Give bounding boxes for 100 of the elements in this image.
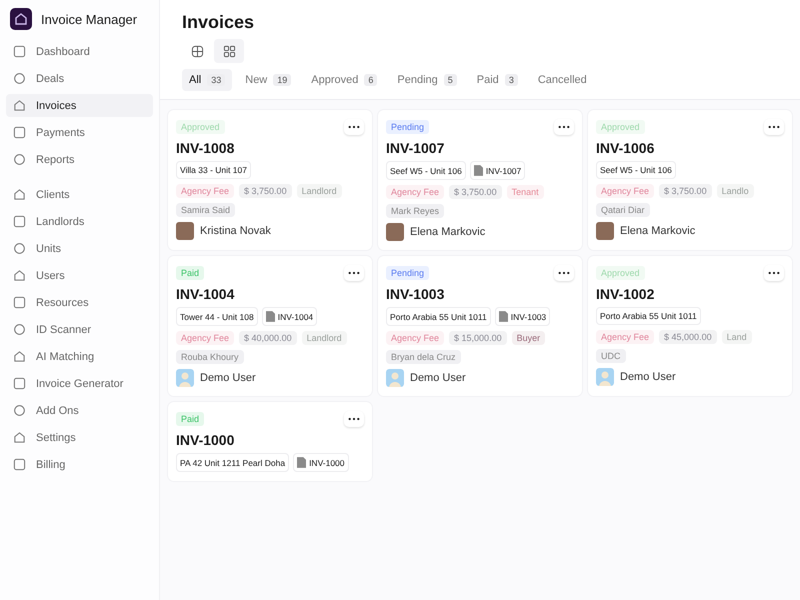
more-options-button[interactable] <box>344 411 364 427</box>
tag: Agency Fee <box>596 330 654 344</box>
nav-icon <box>13 242 26 255</box>
invoice-number: INV-1008 <box>176 140 236 156</box>
tag: $ 15,000.00 <box>449 331 507 345</box>
nav-icon <box>13 269 26 282</box>
nav-icon <box>13 188 26 201</box>
more-icon <box>558 271 570 275</box>
filter-tab[interactable]: All 33 <box>182 69 232 91</box>
status-badge: Approved <box>596 120 645 134</box>
unit-chip: Tower 44 - Unit 108 <box>176 307 258 326</box>
more-options-button[interactable] <box>764 119 784 135</box>
unit-chip: Seef W5 - Unit 106 <box>596 161 676 179</box>
file-name: INV-1000 <box>309 458 345 468</box>
filter-tab[interactable]: New 19 <box>238 69 298 91</box>
tag: Land <box>722 330 752 344</box>
pdf-file-chip[interactable]: INV-1000 <box>293 453 349 472</box>
tag: Landlord <box>296 184 342 198</box>
more-icon <box>768 271 780 275</box>
sidebar-item[interactable]: AI Matching <box>6 345 153 368</box>
filter-tab[interactable]: Cancelled <box>530 69 594 91</box>
invoice-number: INV-1000 <box>176 432 236 448</box>
invoice-number: INV-1004 <box>176 286 236 302</box>
filter-tab[interactable]: Pending 5 <box>390 69 464 91</box>
grid-icon <box>222 44 236 58</box>
nav-icon <box>13 153 26 166</box>
nav-icon <box>13 99 26 112</box>
more-options-button[interactable] <box>764 265 784 281</box>
status-badge: Paid <box>176 412 204 426</box>
file-name: INV-1004 <box>278 312 314 322</box>
sidebar-item[interactable]: Dashboard <box>6 40 153 63</box>
grid-view-button[interactable] <box>214 39 244 63</box>
assignee-name: Demo User <box>410 372 466 384</box>
page-title: Invoices <box>182 12 256 33</box>
file-name: INV-1007 <box>486 166 522 176</box>
more-icon <box>558 125 570 129</box>
contact-tag: Bryan dela Cruz <box>386 350 461 364</box>
sidebar-item[interactable]: Billing <box>6 453 153 476</box>
pdf-file-icon <box>297 457 306 468</box>
nav-icon <box>13 431 26 444</box>
sidebar-item[interactable]: Payments <box>6 121 153 144</box>
tag: Buyer <box>512 331 546 345</box>
tag: Agency Fee <box>386 185 444 199</box>
contact-tag: Qatari Diar <box>596 203 650 217</box>
tag: $ 3,750.00 <box>239 184 292 198</box>
tag: Landlo <box>716 184 754 198</box>
filter-tab[interactable]: Paid 3 <box>470 69 525 91</box>
unit-chip: Porto Arabia 55 Unit 1011 <box>596 307 701 325</box>
pdf-file-icon <box>266 311 275 322</box>
status-badge: Approved <box>176 120 225 134</box>
nav-icon <box>13 215 26 228</box>
sidebar-item[interactable]: Resources <box>6 291 153 314</box>
tag: Landlord <box>302 331 347 345</box>
contact-tag: Mark Reyes <box>386 204 444 218</box>
tag: Agency Fee <box>596 184 654 198</box>
more-icon <box>348 125 360 129</box>
more-options-button[interactable] <box>344 265 364 281</box>
house-logo-icon <box>10 8 32 30</box>
app-title: Invoice Manager <box>41 12 138 26</box>
file-name: INV-1003 <box>510 312 546 322</box>
pdf-file-chip[interactable]: INV-1004 <box>262 307 318 326</box>
sidebar-item[interactable]: Units <box>6 237 153 260</box>
nav-icon <box>13 72 26 85</box>
assignee-name: Demo User <box>620 371 676 383</box>
sidebar-item[interactable]: ID Scanner <box>6 318 153 341</box>
nav-icon <box>13 296 26 309</box>
assignee-name: Elena Markovic <box>620 225 696 237</box>
tag: $ 3,750.00 <box>449 185 502 199</box>
sidebar-item[interactable]: Clients <box>6 183 153 206</box>
pdf-file-icon <box>474 165 483 176</box>
tag: Agency Fee <box>176 331 234 345</box>
unit-chip: Villa 33 - Unit 107 <box>176 161 251 179</box>
pdf-file-icon <box>498 311 508 322</box>
contact-tag: Samira Said <box>176 203 236 217</box>
filter-tab[interactable]: Approved 6 <box>304 69 384 91</box>
pdf-file-chip[interactable]: INV-1007 <box>470 161 526 180</box>
status-badge: Paid <box>176 266 204 280</box>
status-badge: Pending <box>386 266 430 280</box>
sidebar-item[interactable]: Landlords <box>6 210 153 233</box>
more-icon <box>768 125 780 129</box>
sidebar-item[interactable]: Invoices <box>6 94 153 117</box>
unit-chip: PA 42 Unit 1211 Pearl Doha <box>176 453 290 472</box>
sidebar-item[interactable]: Users <box>6 264 153 287</box>
contact-tag: Rouba Khoury <box>176 350 244 364</box>
contact-tag: UDC <box>596 349 626 363</box>
tag: $ 45,000.00 <box>659 330 717 344</box>
invoice-number: INV-1007 <box>386 140 446 156</box>
assignee-name: Elena Markovic <box>410 226 486 238</box>
invoice-number: INV-1006 <box>596 140 656 156</box>
sidebar-item[interactable]: Reports <box>6 148 153 171</box>
more-icon <box>348 417 360 421</box>
more-options-button[interactable] <box>554 119 574 135</box>
sidebar-item[interactable]: Invoice Generator <box>6 372 153 395</box>
pdf-file-chip[interactable]: INV-1003 <box>494 307 550 326</box>
more-options-button[interactable] <box>554 265 574 281</box>
more-options-button[interactable] <box>344 119 364 135</box>
sidebar-item[interactable]: Deals <box>6 67 153 90</box>
status-badge: Approved <box>596 266 645 280</box>
sidebar-item[interactable]: Settings <box>6 426 153 449</box>
sidebar-item[interactable]: Add Ons <box>6 399 153 422</box>
